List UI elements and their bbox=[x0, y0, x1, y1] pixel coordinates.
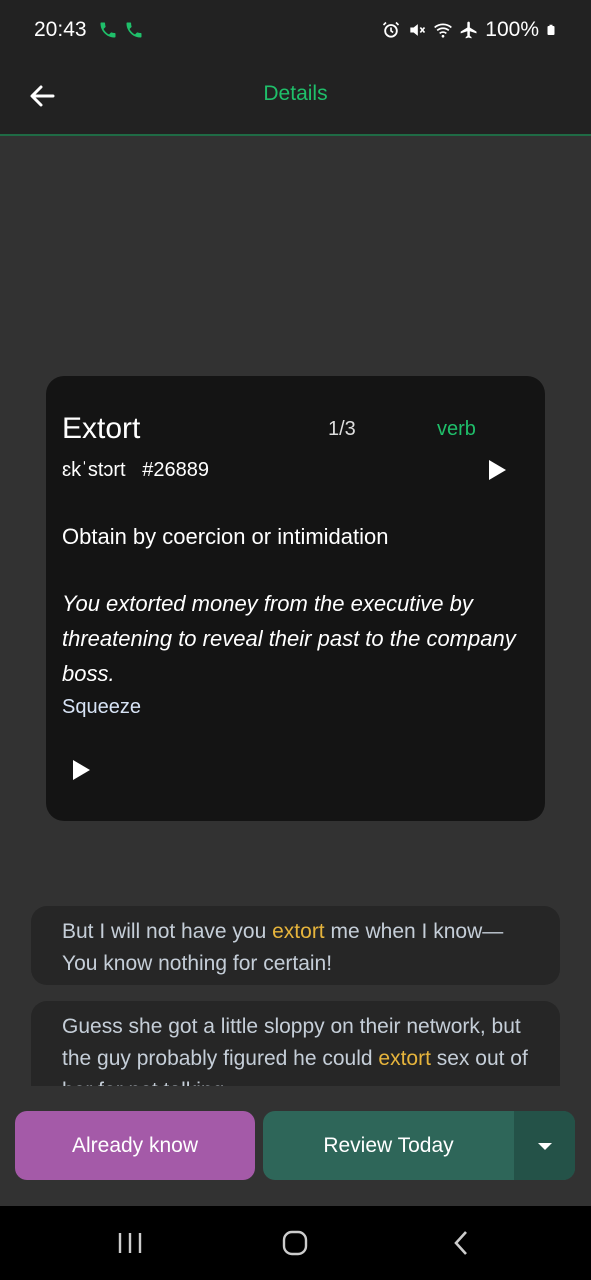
status-time: 20:43 bbox=[34, 18, 87, 41]
play-pronunciation-icon[interactable] bbox=[484, 458, 508, 482]
part-of-speech: verb bbox=[437, 418, 476, 440]
review-options-dropdown[interactable] bbox=[514, 1111, 575, 1180]
example-sentence: You extorted money from the executive by… bbox=[62, 591, 516, 686]
already-know-button[interactable]: Already know bbox=[15, 1111, 255, 1180]
phone-call-icon bbox=[126, 22, 142, 38]
app-bar: Details bbox=[0, 62, 591, 136]
home-icon[interactable] bbox=[280, 1228, 310, 1258]
action-bar: Already know Review Today bbox=[0, 1086, 591, 1206]
caret-down-icon bbox=[537, 1142, 552, 1150]
battery-icon bbox=[547, 24, 555, 35]
system-nav-bar bbox=[0, 1206, 591, 1280]
meaning-counter: 1/3 bbox=[328, 418, 356, 440]
word-card: Extort 1/3 verb ɛkˈstɔrt #26889 Obtain b… bbox=[46, 376, 545, 821]
battery-percent: 100% bbox=[485, 18, 539, 41]
phonetic: ɛkˈstɔrt #26889 bbox=[62, 459, 210, 481]
usage-examples-list[interactable]: But I will not have you extort me when I… bbox=[0, 890, 591, 1086]
review-today-button[interactable]: Review Today bbox=[263, 1111, 514, 1180]
play-example-icon[interactable] bbox=[68, 758, 92, 782]
call-indicators bbox=[98, 20, 144, 40]
list-item[interactable]: Guess she got a little sloppy on their n… bbox=[31, 1001, 560, 1086]
example-highlight: extort bbox=[378, 1047, 431, 1070]
example-highlight: extort bbox=[272, 920, 325, 943]
recent-apps-icon[interactable] bbox=[115, 1228, 145, 1258]
page-title: Details bbox=[263, 82, 328, 105]
airplane-icon bbox=[460, 21, 477, 39]
status-bar: 20:43 100% bbox=[0, 0, 591, 62]
definition: Obtain by coercion or intimidation bbox=[62, 524, 389, 549]
back-nav-icon[interactable] bbox=[447, 1228, 477, 1258]
wifi-icon bbox=[434, 23, 453, 38]
review-today-button-group: Review Today bbox=[263, 1111, 575, 1180]
example-text-before: But I will not have you bbox=[62, 920, 273, 943]
phone-call-icon bbox=[100, 22, 116, 38]
synonym[interactable]: Squeeze bbox=[62, 696, 141, 719]
mute-icon bbox=[410, 24, 426, 36]
status-right: 100% bbox=[381, 18, 557, 42]
alarm-icon bbox=[383, 21, 400, 38]
list-item[interactable]: But I will not have you extort me when I… bbox=[31, 906, 560, 985]
word-title: Extort bbox=[62, 412, 141, 445]
